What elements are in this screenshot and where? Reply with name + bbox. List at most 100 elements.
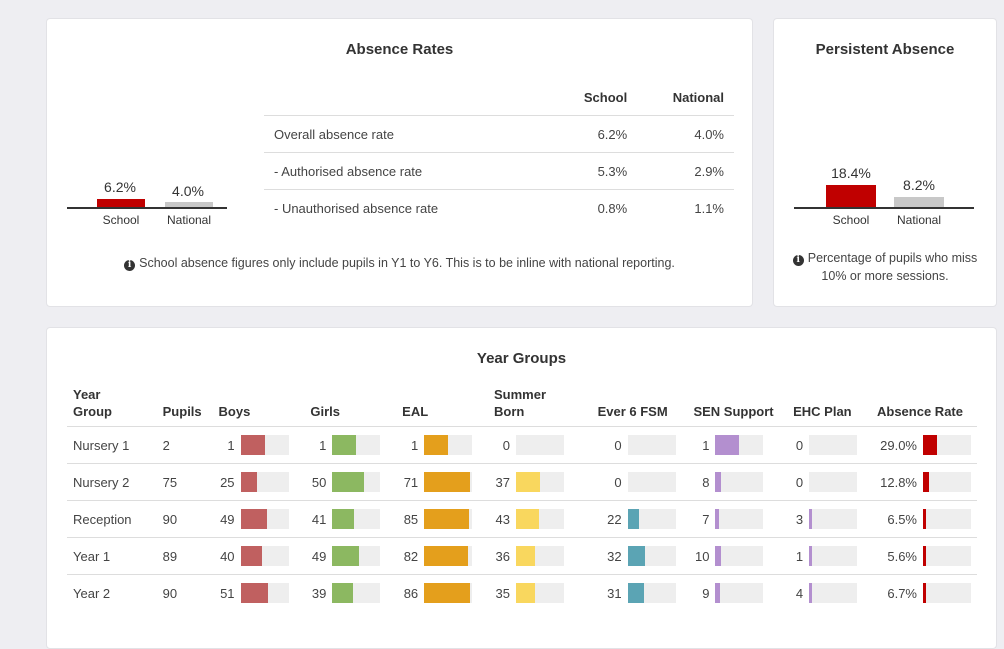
info-icon: i (124, 260, 136, 271)
girls-bar-fill (332, 472, 365, 492)
eal-value: 86 (403, 585, 419, 601)
boys-value: 25 (220, 474, 235, 490)
absence-rate-bar-fill (923, 472, 930, 492)
absence-note-text: School absence figures only include pupi… (139, 256, 675, 270)
eal-cell: 71 (396, 463, 488, 501)
eal-bar-track (424, 583, 473, 603)
girls-bar-track (332, 435, 381, 455)
absence-note: i School absence figures only include pup… (47, 256, 752, 271)
pupils-count: 75 (156, 463, 213, 501)
girls-bar-fill (332, 583, 354, 603)
ehc-plan-bar-track (809, 472, 858, 492)
persistent-note-text: Percentage of pupils who miss 10% or mor… (807, 251, 978, 283)
sen-support-bar-fill (715, 583, 721, 603)
ever6fsm-bar-track (627, 509, 676, 529)
summer-born-bar-fill (515, 583, 535, 603)
ever6fsm-value: 0 (614, 474, 622, 490)
table-header-row: School National (264, 79, 734, 116)
ehc-plan-value: 4 (795, 585, 804, 601)
ever6fsm-bar-track (627, 435, 676, 455)
sen-support-cell: 8 (687, 463, 788, 501)
persistent-absence-title: Persistent Absence (815, 41, 955, 58)
girls-bar-track (332, 583, 381, 603)
summer-born-bar-fill (515, 509, 539, 529)
eal-bar-fill (424, 546, 469, 566)
header-label (264, 79, 542, 116)
ehc-plan-cell: 4 (787, 575, 871, 612)
ehc-plan-bar-fill (809, 546, 813, 566)
pupils-count: 90 (162, 585, 178, 601)
girls-bar-track (332, 546, 381, 566)
summer-born-cell: 37 (487, 463, 592, 501)
absence-rate-bar-fill (923, 435, 937, 455)
girls-cell: 49 (304, 537, 397, 575)
girls-cell: 1 (304, 426, 397, 464)
eal-bar-track (424, 435, 473, 455)
summer-born-value: 0 (502, 437, 510, 453)
absence-rate-bar-track (923, 435, 971, 455)
summer-born-cell: 35 (488, 575, 592, 612)
girls-bar-fill (332, 546, 359, 566)
ehc-plan-bar-fill (809, 583, 813, 603)
girls-bar-fill (332, 435, 357, 455)
sen-support-bar-fill (715, 546, 721, 566)
absence-rate-bar-fill (923, 583, 927, 603)
header-school: School (541, 79, 638, 116)
boys-bar-fill (240, 509, 267, 529)
boys-bar-fill (240, 435, 265, 455)
sen-support-value: 10 (694, 548, 710, 564)
eal-bar-fill (424, 583, 471, 603)
ehc-plan-bar-track (809, 583, 858, 603)
absence-rate-bar-fill (923, 509, 927, 529)
row-national: 4.0% (637, 115, 734, 153)
school-value-label: 18.4% (831, 165, 871, 181)
girls-value: 39 (311, 585, 327, 601)
national-axis-label: National (896, 213, 942, 227)
school-axis-label: School (832, 213, 870, 227)
ever6fsm-cell: 0 (591, 463, 688, 501)
eal-bar-track (424, 472, 473, 492)
absence-rate-bar-track (923, 472, 971, 492)
sen-support-value: 7 (702, 511, 710, 527)
eal-bar-track (424, 546, 473, 566)
summer-born-bar-track (515, 546, 564, 566)
eal-bar-track (424, 509, 473, 529)
header-absence-rate: Absence Rate (871, 386, 977, 427)
table-row: Reception 90 49 41 85 43 22 7 3 6.5% (67, 500, 977, 538)
boys-cell: 1 (212, 426, 305, 464)
year-group-name: Nursery 1 (67, 426, 157, 464)
year-group-name: Year 2 (73, 585, 111, 601)
boys-bar-track (240, 546, 289, 566)
absence-rate-value: 5.6% (887, 548, 917, 564)
national-bar (894, 197, 944, 207)
absence-rate-cell: 12.8% (871, 463, 977, 501)
summer-born-value: 37 (495, 474, 510, 490)
summer-born-bar-track (515, 509, 564, 529)
persistent-absence-card: Persistent Absence 18.4% 8.2% School Nat… (773, 18, 997, 307)
summer-born-cell: 36 (487, 537, 592, 575)
row-national: 1.1% (694, 200, 724, 216)
boys-cell: 51 (213, 575, 305, 612)
year-group-name: Nursery 2 (67, 463, 157, 501)
national-value-label: 8.2% (903, 177, 935, 193)
sen-support-cell: 9 (687, 575, 787, 612)
ever6fsm-cell: 31 (592, 575, 688, 612)
pupils-count: 90 (156, 500, 213, 538)
national-value-label: 4.0% (172, 183, 204, 199)
header-national: National (637, 79, 734, 116)
sen-support-value: 1 (702, 437, 710, 453)
boys-cell: 40 (212, 537, 305, 575)
girls-value: 49 (311, 548, 327, 564)
ehc-plan-cell: 0 (787, 463, 871, 501)
boys-cell: 25 (212, 463, 305, 501)
summer-born-value: 35 (495, 585, 510, 601)
ever6fsm-bar-track (627, 546, 676, 566)
summer-born-value: 43 (495, 511, 510, 527)
info-icon: i (792, 255, 804, 266)
girls-value: 41 (311, 511, 327, 527)
absence-rate-value: 6.5% (887, 511, 917, 527)
eal-value: 85 (403, 511, 419, 527)
row-label: - Unauthorised absence rate (274, 200, 439, 216)
absence-rate-cell: 6.7% (871, 575, 977, 612)
table-row: Overall absence rate 6.2% 4.0% (264, 115, 734, 153)
